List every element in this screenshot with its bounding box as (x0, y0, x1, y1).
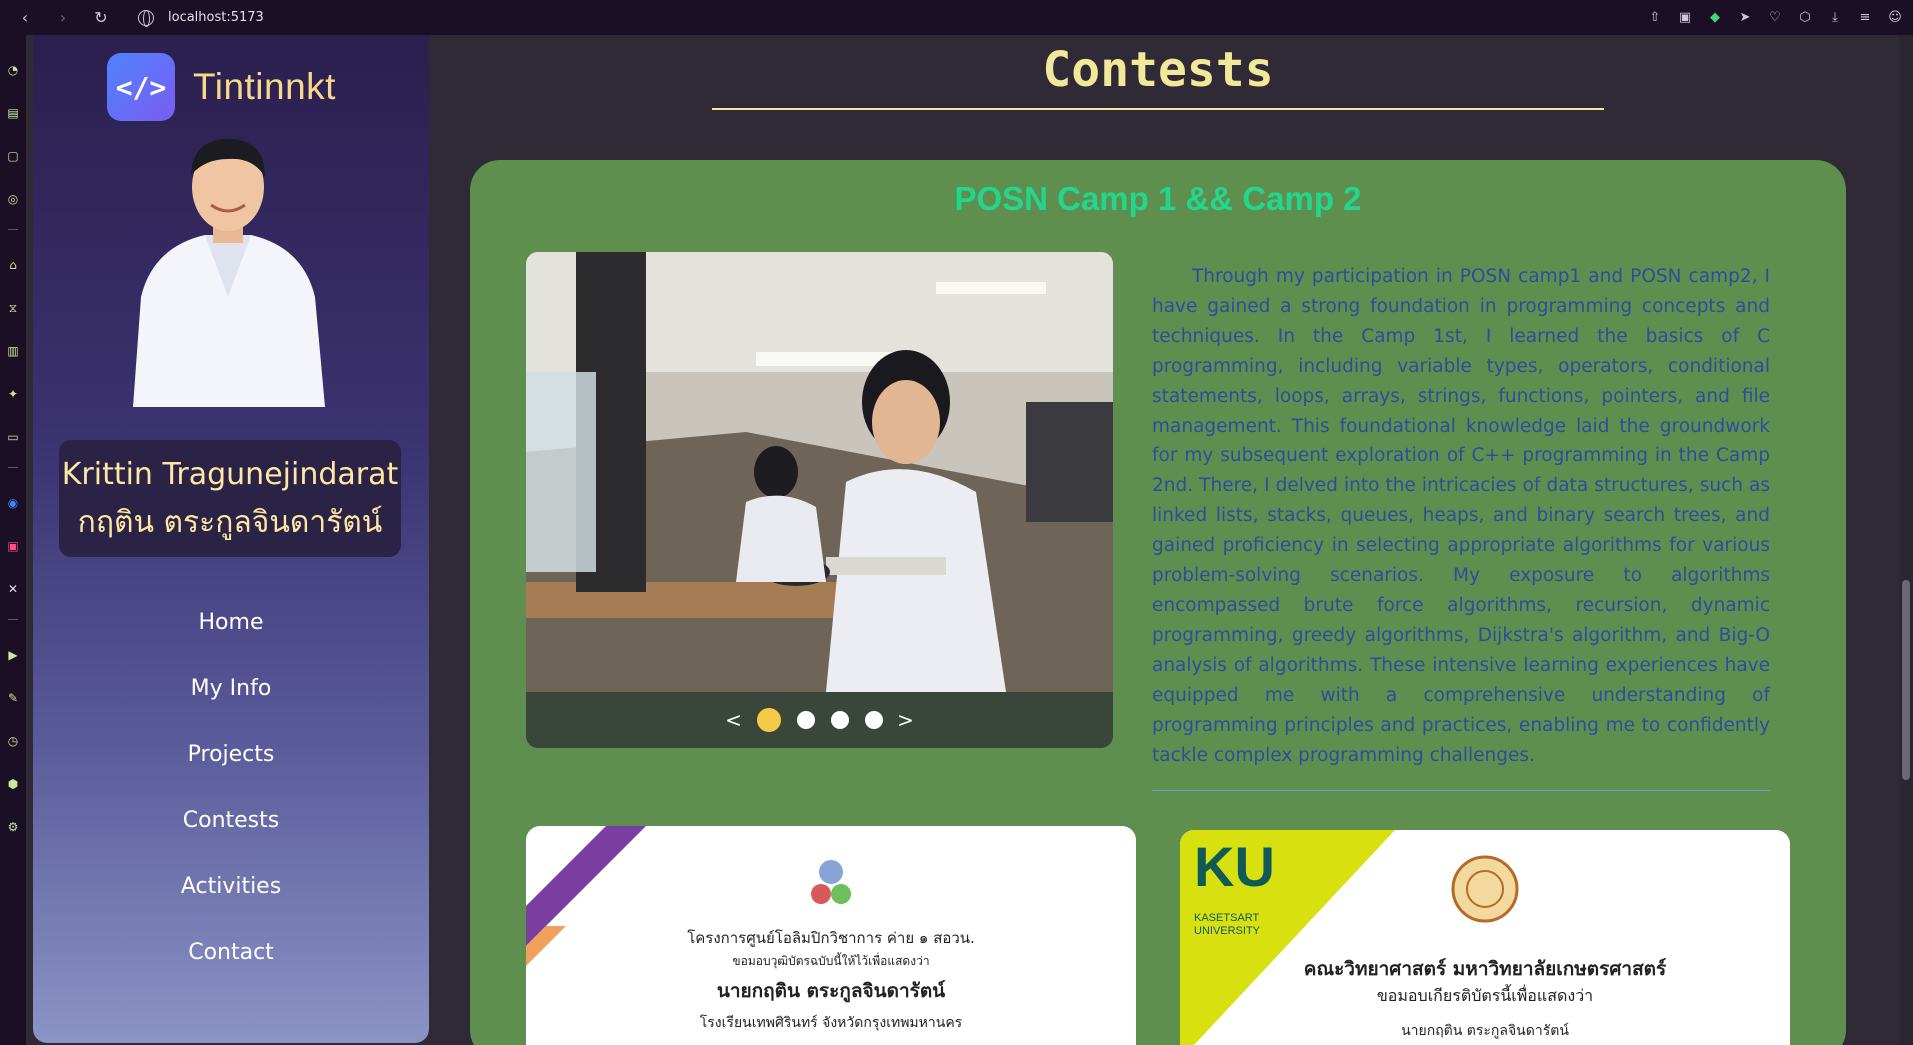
extension-icon[interactable]: ✦ (5, 386, 21, 402)
settings-icon[interactable]: ⚙ (5, 819, 21, 835)
contest-title: POSN Camp 1 && Camp 2 (954, 180, 1362, 217)
reload-icon[interactable]: ↻ (88, 5, 114, 31)
name-card: Krittin Tragunejindarat กฤติน ตระกูลจินด… (59, 440, 401, 557)
ai-icon[interactable]: ◎ (5, 191, 21, 207)
messenger-icon[interactable]: ◉ (5, 495, 21, 511)
speed-dial-icon[interactable]: ◔ (5, 62, 21, 78)
page-title: Contests (1042, 42, 1274, 98)
carousel-controls: < > (526, 692, 1113, 748)
send-icon[interactable]: ➤ (1737, 10, 1753, 26)
hourglass-icon[interactable]: ⧖ (5, 300, 21, 316)
ku-logo: KU (1194, 835, 1275, 898)
avatar (133, 139, 325, 407)
profile-icon[interactable]: ☺ (1887, 10, 1903, 26)
back-icon[interactable]: ‹ (12, 5, 38, 31)
tv-icon[interactable]: ▭ (5, 429, 21, 445)
certificate-line: คณะวิทยาศาสตร์ มหาวิทยาลัยเกษตรศาสตร์ (1303, 958, 1667, 980)
certificate-recipient: นายกฤติน ตระกูลจินดารัตน์ (1401, 1023, 1569, 1039)
heart-icon[interactable]: ♡ (1767, 10, 1783, 26)
contest-card: POSN Camp 1 && Camp 2 < > Through my par… (470, 160, 1846, 1045)
rail-divider (8, 467, 18, 468)
globe-icon (138, 9, 154, 27)
certificate-line: โครงการศูนย์โอลิมปิกวิชาการ ค่าย ๑ สอวน. (687, 929, 975, 947)
name-thai: กฤติน ตระกูลจินดารัตน์ (77, 504, 383, 540)
rail-divider (8, 229, 18, 230)
browser-sidebar: ◔ ▤ ▢ ◎ ⌂ ⧖ ▥ ✦ ▭ ◉ ▣ ✕ ▶ ✎ ◷ ⬢ ⚙ (0, 35, 26, 1045)
carousel-dot-3[interactable] (830, 711, 849, 729)
player-icon[interactable]: ▶ (5, 647, 21, 663)
certificate-line: ขอมอบเกียรติบัตรนี้เพื่อแสดงว่า (1376, 986, 1594, 1005)
certificate-posn[interactable]: โครงการศูนย์โอลิมปิกวิชาการ ค่าย ๑ สอวน.… (526, 826, 1136, 1045)
carousel-next-button[interactable]: > (891, 708, 921, 732)
url-text[interactable]: localhost:5173 (168, 10, 264, 25)
page-scrollbar[interactable] (1899, 35, 1913, 1045)
posn-emblem-icon (811, 860, 851, 904)
site-sidebar: </> Tintinnkt Krittin Tragunejindarat กฤ… (33, 35, 429, 1043)
nav-home[interactable]: Home (33, 590, 429, 656)
forward-icon[interactable]: › (50, 5, 76, 31)
notes-icon[interactable]: ✎ (5, 690, 21, 706)
certificate-ku[interactable]: KU KASETSART UNIVERSITY คณะวิทยาศาสตร์ ม… (1180, 830, 1790, 1045)
carousel-dot-2[interactable] (796, 711, 815, 729)
code-logo-icon: </> (107, 53, 175, 121)
share-icon[interactable]: ⇧ (1647, 10, 1663, 26)
download-icon[interactable]: ⤓ (1827, 10, 1843, 26)
home-icon[interactable]: ⌂ (5, 257, 21, 273)
address-bar[interactable]: localhost:5173 (138, 9, 264, 27)
bag-icon[interactable]: ▤ (5, 105, 21, 121)
book-icon[interactable]: ▥ (5, 343, 21, 359)
certificate-line: ขอมอบวุฒิบัตรฉบับนี้ให้ไว้เพื่อแสดงว่า (732, 954, 930, 968)
image-carousel[interactable]: < > (526, 252, 1113, 748)
name-english: Krittin Tragunejindarat (61, 456, 399, 492)
certificate-recipient: นายกฤติน ตระกูลจินดารัตน์ (716, 980, 946, 1002)
twitch-icon[interactable]: ▢ (5, 148, 21, 164)
carousel-photo (526, 252, 1113, 692)
shield-icon[interactable]: ◆ (1707, 10, 1723, 26)
carousel-dot-4[interactable] (864, 711, 883, 729)
scrollbar-thumb[interactable] (1902, 580, 1910, 780)
x-icon[interactable]: ✕ (5, 581, 21, 597)
nav-my-info[interactable]: My Info (33, 656, 429, 722)
rail-divider (8, 619, 18, 620)
nav-contests[interactable]: Contests (33, 788, 429, 854)
brand-name: Tintinnkt (193, 66, 336, 107)
box-icon[interactable]: ⬢ (5, 776, 21, 792)
carousel-prev-button[interactable]: < (719, 708, 749, 732)
browser-toolbar: ‹ › ↻ localhost:5173 ⇧ ▣ ◆ ➤ ♡ ⬡ ⤓ ≡ ☺ (0, 0, 1913, 35)
nav-activities[interactable]: Activities (33, 854, 429, 920)
nav-projects[interactable]: Projects (33, 722, 429, 788)
camera-icon[interactable]: ▣ (1677, 10, 1693, 26)
certificate-line: โรงเรียนเทพศิรินทร์ จังหวัดกรุงเทพมหานคร (699, 1015, 963, 1031)
instagram-icon[interactable]: ▣ (5, 538, 21, 554)
carousel-dot-1[interactable] (756, 708, 781, 732)
university-seal-icon (1451, 855, 1519, 923)
description-divider (1152, 790, 1770, 791)
sidebar-nav: Home My Info Projects Contests Activitie… (33, 590, 429, 986)
contest-description: Through my participation in POSN camp1 a… (1152, 266, 1770, 766)
nav-contact[interactable]: Contact (33, 920, 429, 986)
history-icon[interactable]: ◷ (5, 733, 21, 749)
brand[interactable]: </> Tintinnkt (107, 53, 336, 121)
title-divider (712, 108, 1604, 110)
ku-logo-subtitle: KASETSART UNIVERSITY (1194, 912, 1261, 937)
cube-icon[interactable]: ⬡ (1797, 10, 1813, 26)
menu-icon[interactable]: ≡ (1857, 10, 1873, 26)
